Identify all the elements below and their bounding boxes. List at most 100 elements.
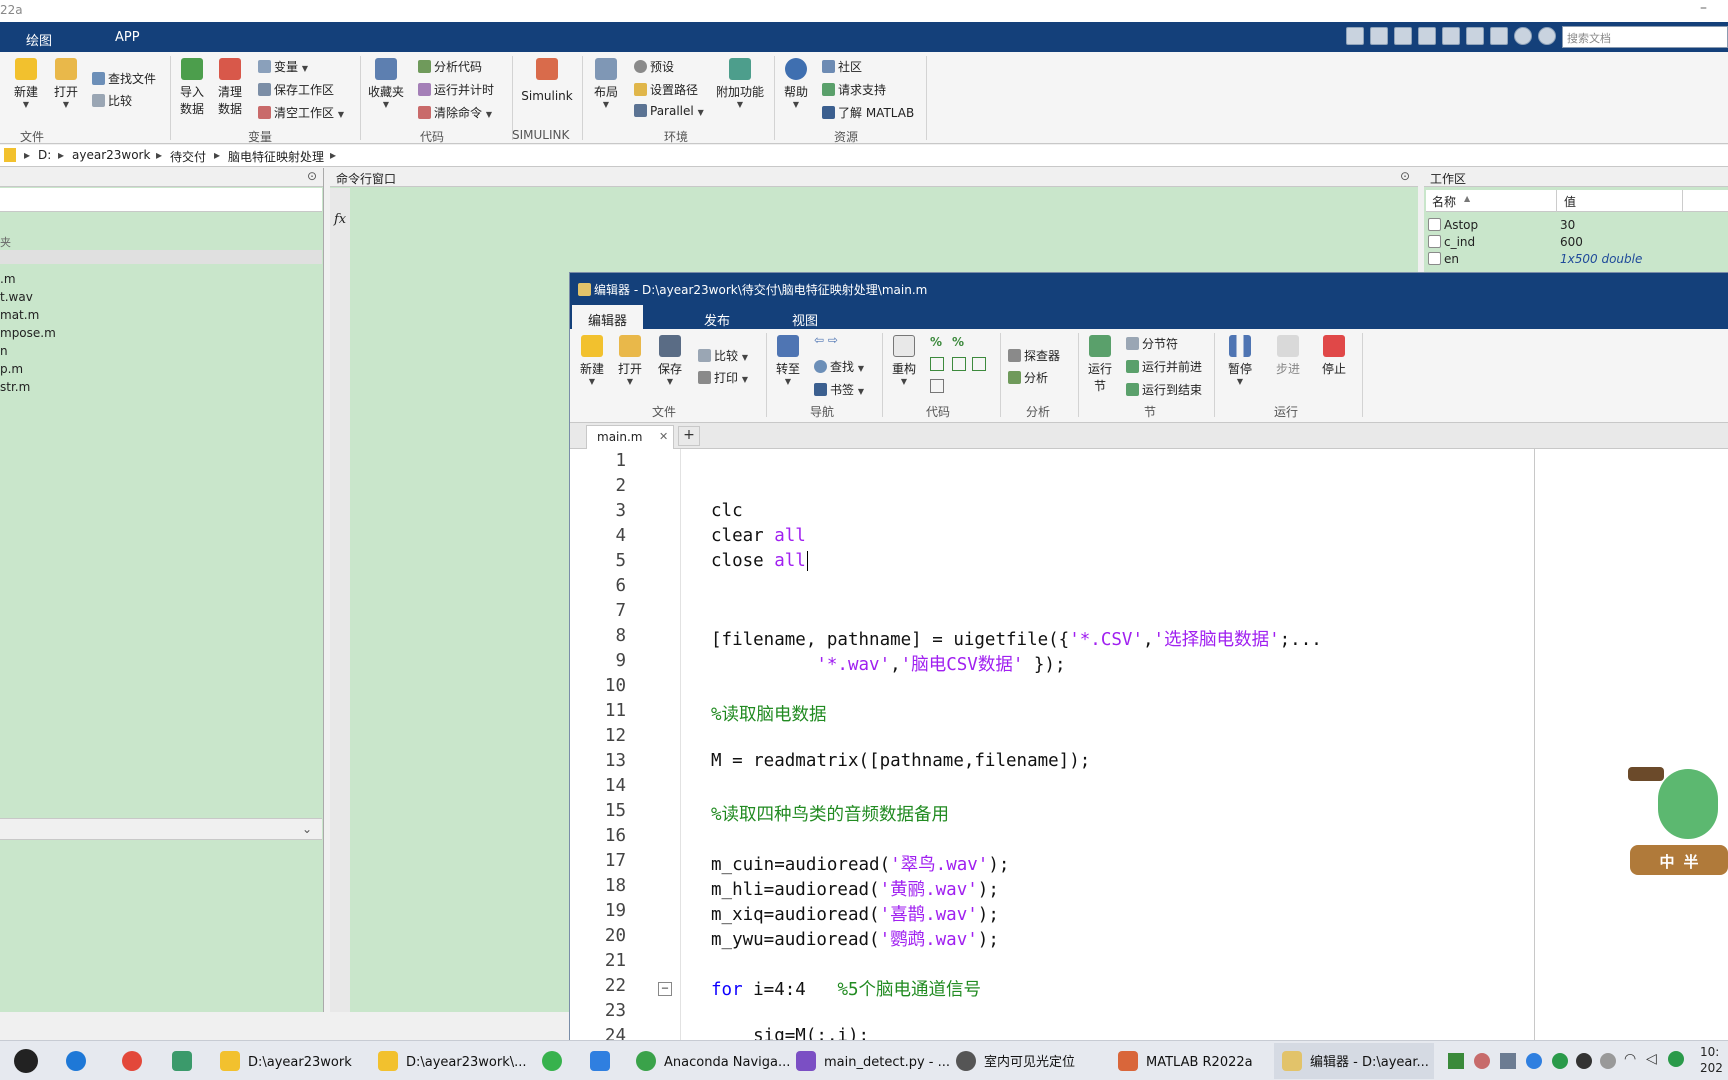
tray-icon[interactable] xyxy=(1526,1053,1542,1069)
variable-button[interactable]: 变量 ▼ xyxy=(258,58,308,75)
clock-date[interactable]: 202 xyxy=(1700,1061,1723,1075)
tab-editor[interactable]: 编辑器 xyxy=(572,305,644,329)
wrap-comments-icon[interactable] xyxy=(930,357,944,371)
simulink-button[interactable]: Simulink xyxy=(518,58,576,103)
chrome-icon[interactable] xyxy=(122,1051,142,1071)
tab-apps[interactable]: APP xyxy=(115,30,140,45)
breadcrumb-delivery[interactable]: 待交付 xyxy=(170,148,206,165)
app-icon[interactable] xyxy=(590,1051,610,1071)
breadcrumb-ayear23work[interactable]: ayear23work xyxy=(72,148,150,162)
editor-compare-button[interactable]: 比较 ▼ xyxy=(698,347,748,364)
layout-button[interactable]: 布局 ▼ xyxy=(588,58,624,109)
pause-button[interactable]: 暂停 ▼ xyxy=(1220,335,1260,386)
panel-menu-icon[interactable]: ⊙ xyxy=(1400,169,1410,183)
refactor-button[interactable]: 重构 ▼ xyxy=(888,335,920,386)
bookmark-button[interactable]: 书签 ▼ xyxy=(814,381,864,398)
file-item[interactable]: .m xyxy=(0,272,16,286)
folder-filter-input[interactable] xyxy=(0,188,322,212)
taskbar-item-active[interactable]: 编辑器 - D:\ayear... xyxy=(1274,1043,1434,1079)
breadcrumb-eeg-folder[interactable]: 脑电特征映射处理 xyxy=(228,148,324,165)
stop-button[interactable]: 停止 xyxy=(1314,335,1354,377)
tray-icon[interactable] xyxy=(1552,1053,1568,1069)
switch-windows-icon[interactable] xyxy=(1490,27,1508,45)
clear-commands-button[interactable]: 清除命令 ▼ xyxy=(418,104,492,121)
column-header-value[interactable]: 值 xyxy=(1564,193,1576,210)
set-path-button[interactable]: 设置路径 xyxy=(634,81,698,98)
breadcrumb-drive[interactable]: D: xyxy=(38,148,51,162)
wechat-icon[interactable] xyxy=(542,1051,562,1071)
copy-icon[interactable] xyxy=(1394,27,1412,45)
file-item[interactable]: str.m xyxy=(0,380,30,394)
tab-view[interactable]: 视图 xyxy=(776,305,834,329)
taskbar-item[interactable]: 室内可见光定位 xyxy=(956,1051,1075,1071)
clock-time[interactable]: 10: xyxy=(1700,1045,1719,1059)
help-button[interactable]: 帮助 ▼ xyxy=(780,58,812,109)
uncomment-icon[interactable]: % xyxy=(952,335,964,349)
new-button[interactable]: 新建 ▼ xyxy=(10,58,42,109)
editor-save-button[interactable]: 保存 ▼ xyxy=(654,335,686,386)
start-icon[interactable] xyxy=(14,1049,38,1073)
file-item[interactable]: mat.m xyxy=(0,308,39,322)
workspace-row[interactable]: Astop xyxy=(1428,218,1478,232)
file-item[interactable]: t.wav xyxy=(0,290,33,304)
analyze-code-button[interactable]: 分析代码 xyxy=(418,58,482,75)
editor-new-button[interactable]: 新建 ▼ xyxy=(576,335,608,386)
indent-icon[interactable] xyxy=(952,357,966,371)
help-icon[interactable] xyxy=(1514,27,1532,45)
taskbar-item[interactable]: Anaconda Naviga... xyxy=(636,1051,790,1071)
save-workspace-button[interactable]: 保存工作区 xyxy=(258,81,334,98)
app-icon[interactable] xyxy=(172,1051,192,1071)
profiler-button[interactable]: 探查器 xyxy=(1008,347,1060,364)
code-editor[interactable]: 1 2 3 4 5 6 7 8 9 10 11 12 13 14 15 16 1… xyxy=(570,449,1728,1046)
run-to-end-button[interactable]: 运行到结束 xyxy=(1126,381,1202,398)
file-item[interactable]: mpose.m xyxy=(0,326,56,340)
taskbar-item[interactable]: main_detect.py - ... xyxy=(796,1051,950,1071)
volume-icon[interactable]: ◁ xyxy=(1646,1051,1657,1067)
tray-icon[interactable] xyxy=(1448,1053,1464,1069)
taskbar-item[interactable]: D:\ayear23work xyxy=(220,1051,352,1071)
run-section-button[interactable]: 运行节 xyxy=(1084,335,1116,394)
taskbar-item[interactable]: D:\ayear23work\... xyxy=(378,1051,527,1071)
file-tab-main[interactable]: main.m ✕ xyxy=(586,425,674,449)
preferences-button[interactable]: 预设 xyxy=(634,58,674,75)
column-header-name[interactable]: 名称 xyxy=(1432,193,1456,210)
minimize-button[interactable]: – xyxy=(1700,0,1707,16)
smart-indent-icon[interactable] xyxy=(972,357,986,371)
compare-button[interactable]: 比较 xyxy=(92,92,132,109)
add-tab-button[interactable]: + xyxy=(678,426,700,446)
tray-icon[interactable] xyxy=(1668,1051,1684,1067)
section-break-button[interactable]: 分节符 xyxy=(1126,335,1178,352)
tray-icon[interactable] xyxy=(1474,1053,1490,1069)
favorites-button[interactable]: 收藏夹 ▼ xyxy=(366,58,406,109)
cut-icon[interactable] xyxy=(1370,27,1388,45)
fold-toggle[interactable]: − xyxy=(658,982,672,996)
search-docs-input[interactable]: 搜索文档 xyxy=(1562,26,1728,48)
paste-icon[interactable] xyxy=(1418,27,1436,45)
save-icon[interactable] xyxy=(1346,27,1364,45)
tray-icon[interactable] xyxy=(1600,1053,1616,1069)
code-tools-grid[interactable]: % % xyxy=(930,335,990,397)
edge-icon[interactable] xyxy=(66,1051,86,1071)
panel-menu-icon[interactable]: ⊙ xyxy=(307,169,317,183)
request-support-button[interactable]: 请求支持 xyxy=(822,81,886,98)
clear-workspace-button[interactable]: 清空工作区 ▼ xyxy=(258,104,344,121)
undo-icon[interactable] xyxy=(1442,27,1460,45)
details-header[interactable]: ⌄ xyxy=(0,818,322,840)
close-icon[interactable]: ✕ xyxy=(659,430,668,443)
addons-button[interactable]: 附加功能 ▼ xyxy=(714,58,766,109)
open-button[interactable]: 打开 ▼ xyxy=(50,58,82,109)
redo-icon[interactable] xyxy=(1466,27,1484,45)
learn-matlab-button[interactable]: 了解 MATLAB xyxy=(822,104,914,121)
workspace-row[interactable]: c_ind xyxy=(1428,235,1475,249)
workspace-row[interactable]: en xyxy=(1428,252,1459,266)
run-and-time-button[interactable]: 运行并计时 xyxy=(418,81,494,98)
parallel-button[interactable]: Parallel ▼ xyxy=(634,104,704,118)
run-and-advance-button[interactable]: 运行并前进 xyxy=(1126,358,1202,375)
options-icon[interactable] xyxy=(1538,27,1556,45)
community-button[interactable]: 社区 xyxy=(822,58,862,75)
tab-publish[interactable]: 发布 xyxy=(688,305,746,329)
taskbar-item[interactable]: MATLAB R2022a xyxy=(1118,1051,1253,1071)
analyze-button[interactable]: 分析 xyxy=(1008,369,1048,386)
editor-print-button[interactable]: 打印 ▼ xyxy=(698,369,748,386)
back-forward-arrows[interactable]: ⇦ ⇨ xyxy=(814,333,838,347)
